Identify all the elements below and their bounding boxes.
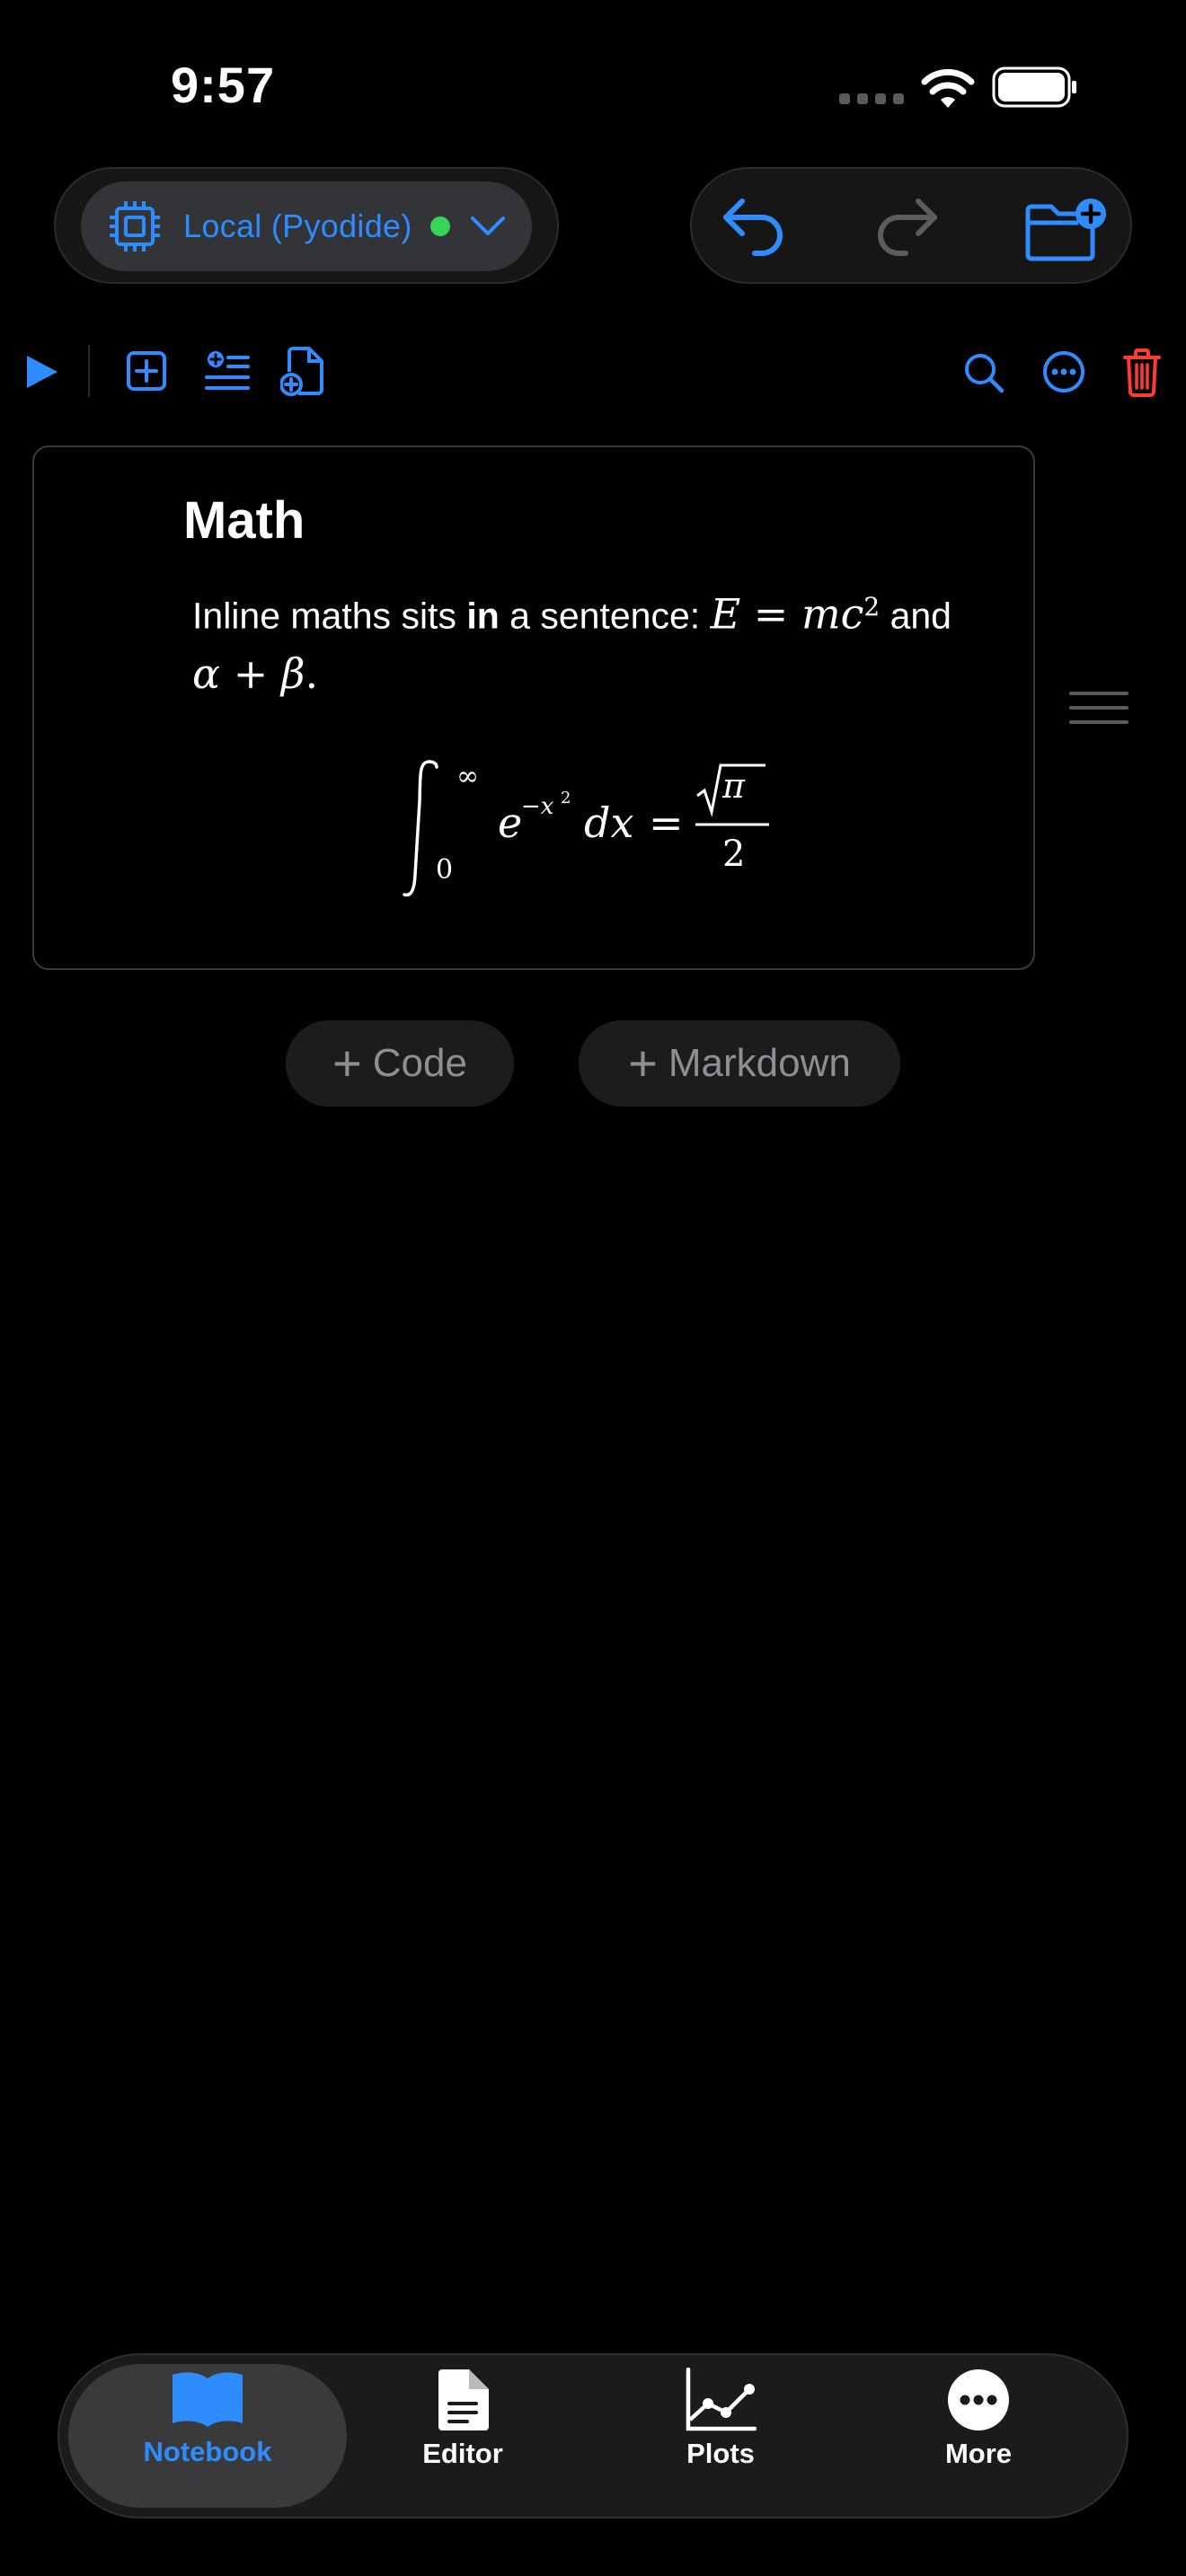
inline-formula: α [192,648,221,698]
add-code-cell-button[interactable]: + Code [286,1020,514,1107]
display-formula: ∞ 0 e −x 2 dx = π 2 [403,760,769,897]
add-markdown-label: Markdown [668,1041,851,1085]
svg-text:2: 2 [561,789,571,807]
svg-text:∞: ∞ [456,761,479,792]
cell-paragraph: Inline maths sits in a sentence: E = mc2… [192,589,951,698]
wifi-icon [921,68,975,108]
tab-notebook-label: Notebook [143,2436,272,2467]
redo-icon[interactable] [873,196,940,257]
tab-editor-label: Editor [422,2438,503,2469]
book-icon [173,2372,243,2427]
svg-text:−x: −x [521,793,554,820]
undo-icon[interactable] [721,196,787,257]
svg-text:=: = [649,798,684,847]
trash-icon[interactable] [1121,347,1163,397]
battery-icon [992,66,1076,108]
paragraph-bold-text: in [466,595,500,637]
cell-drag-handle-icon[interactable] [1069,692,1128,735]
add-markdown-cell-button[interactable]: + Markdown [579,1020,900,1107]
cpu-chip-icon [110,201,160,251]
more-options-icon[interactable] [1042,350,1085,393]
tab-plots[interactable]: Plots [595,2368,846,2502]
toolbar-divider [88,345,90,397]
new-document-icon[interactable] [280,345,327,397]
document-icon [438,2369,489,2430]
svg-text:0: 0 [436,854,453,886]
add-cell-icon[interactable] [126,350,167,392]
search-icon[interactable] [963,352,1005,393]
paragraph-text: and [880,595,951,637]
plus-icon: + [332,1035,362,1091]
app-screen: 9:57 Local (Pyodide) Math Inline maths s… [0,0,1186,2576]
status-time: 9:57 [171,57,276,113]
tab-editor[interactable]: Editor [337,2368,589,2502]
more-icon [948,2369,1009,2430]
new-folder-icon[interactable] [1024,198,1107,262]
inline-formula: E [710,589,741,639]
svg-text:e: e [498,798,522,847]
add-code-label: Code [372,1041,467,1085]
run-icon[interactable] [23,352,61,392]
tab-more[interactable]: More [853,2368,1104,2502]
insert-list-icon[interactable] [205,350,250,393]
svg-text:2: 2 [722,834,745,875]
kernel-selector[interactable]: Local (Pyodide) [81,181,532,271]
plus-icon: + [628,1035,658,1091]
kernel-name: Local (Pyodide) [183,207,412,244]
cell-heading: Math [183,491,305,550]
tab-plots-label: Plots [686,2438,755,2469]
cellular-signal-icon [839,93,904,104]
tab-more-label: More [944,2438,1013,2469]
chevron-down-icon [470,216,505,235]
svg-text:π: π [721,766,746,806]
kernel-status-dot [429,216,450,236]
tab-notebook[interactable]: Notebook [82,2368,333,2502]
paragraph-text: a sentence: [499,595,711,637]
svg-text:dx: dx [584,798,633,847]
paragraph-text: Inline maths sits [192,595,467,637]
chart-icon [686,2368,757,2431]
